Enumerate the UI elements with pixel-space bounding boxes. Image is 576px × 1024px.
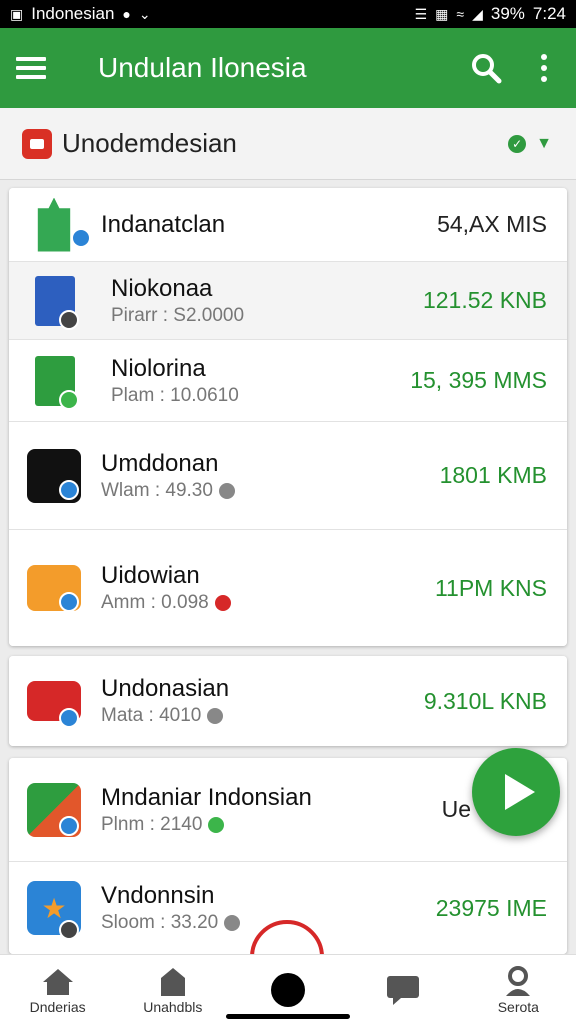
nav-profile[interactable]: Serota <box>468 965 568 1015</box>
status-bar: ▣ Indonesian ● ⌄ ☰ ▦ ≈ ◢ 39% 7:24 <box>0 0 576 28</box>
verified-icon: ✓ <box>508 134 527 153</box>
item-subtitle: Mata : 4010 <box>101 705 202 726</box>
list-item[interactable]: Niokonaa Pirarr : S2.0000 121.52 KNB <box>9 262 567 340</box>
wifi-icon: ≈ <box>456 6 465 22</box>
status-icon <box>214 595 231 611</box>
search-icon[interactable] <box>462 44 510 92</box>
item-subtitle: Wlam : 49.30 <box>101 479 213 501</box>
item-name: Undonasian <box>101 675 230 702</box>
section-title: Unodemdesian <box>62 128 237 158</box>
status-icon <box>208 816 225 833</box>
item-name: Niokonaa <box>111 274 213 302</box>
mute-icon: ☰ <box>414 5 428 22</box>
add-badge-icon <box>59 920 79 940</box>
nav-label: Unahdbls <box>143 998 203 1015</box>
list-item[interactable]: Undonasian Mata : 4010 9.310L KNB <box>9 656 567 746</box>
nav-chat[interactable] <box>353 973 453 1007</box>
menu-icon[interactable] <box>16 44 64 92</box>
item-subtitle: Plam : 10.0610 <box>111 384 239 406</box>
app-title: Undulan Ilonesia <box>98 52 307 83</box>
nav-record[interactable] <box>238 972 338 1007</box>
app-bar: Undulan Ilonesia <box>0 28 576 108</box>
person-icon <box>500 965 536 999</box>
battery-label: 39% <box>490 4 525 23</box>
chevron-down-icon: ⌄ <box>138 5 151 22</box>
list-item[interactable]: Uidowian Amm : 0.098 11PM KNS <box>9 530 567 646</box>
list-item[interactable]: Indanatclan 54,AX MIS <box>9 188 567 262</box>
list-item[interactable]: Niolorina Plam : 10.0610 15, 395 MMS <box>9 340 567 422</box>
play-button[interactable] <box>472 748 560 836</box>
signal-icon: ◢ <box>472 5 483 22</box>
item-size: 11PM KNS <box>434 574 547 601</box>
item-size: 15, 395 MMS <box>410 367 547 393</box>
download-card: Undonasian Mata : 4010 9.310L KNB <box>9 656 567 746</box>
list-item[interactable]: Umddonan Wlam : 49.30 1801 KMB <box>9 422 567 530</box>
tag-icon <box>155 965 191 999</box>
download-badge-icon <box>59 480 79 500</box>
box-icon: ▦ <box>435 5 449 22</box>
image-notification-icon: ▣ <box>10 5 24 22</box>
item-size: 1801 KMB <box>439 462 547 488</box>
item-size: 23975 IME <box>435 894 547 921</box>
notification-icon: ● <box>122 6 131 22</box>
download-badge-icon <box>59 708 79 728</box>
item-name: Mndaniar Indonsian <box>101 783 312 811</box>
item-size: 9.310L KNB <box>423 687 547 714</box>
add-badge-icon <box>59 310 79 330</box>
item-name: Vndonnsin <box>101 882 215 909</box>
download-badge-icon <box>59 592 79 612</box>
item-name: Umddonan <box>101 449 219 477</box>
section-header[interactable]: Unodemdesian ✓ ▼ <box>0 108 576 180</box>
carrier-label: Indonesian <box>31 4 115 23</box>
time-label: 7:24 <box>532 4 566 23</box>
nav-label: Dnderias <box>29 998 86 1015</box>
item-subtitle: Pirarr : S2.0000 <box>111 304 245 326</box>
download-card: Indanatclan 54,AX MIS Niokonaa Pirarr : … <box>9 188 567 646</box>
item-subtitle: Amm : 0.098 <box>101 592 209 613</box>
item-size: 121.52 KNB <box>422 287 547 313</box>
item-subtitle: Sloom : 33.20 <box>101 912 219 933</box>
item-subtitle: Plnm : 2140 <box>101 813 203 835</box>
status-icon <box>207 708 224 724</box>
folder-icon <box>22 128 52 159</box>
download-badge-icon <box>59 816 79 836</box>
item-size: 54,AX MIS <box>437 211 547 237</box>
item-name: Uidowian <box>101 562 200 589</box>
record-icon <box>270 972 306 1007</box>
home-indicator[interactable] <box>226 1014 350 1019</box>
chevron-down-icon[interactable]: ▼ <box>536 135 552 153</box>
nav-tags[interactable]: Unahdbls <box>123 965 223 1015</box>
nav-label: Serota <box>497 998 539 1015</box>
home-icon <box>40 965 76 999</box>
nav-home[interactable]: Dnderias <box>8 965 108 1015</box>
download-badge-icon <box>71 228 91 248</box>
item-size: Ue <box>441 796 471 822</box>
more-options-icon[interactable] <box>524 44 564 92</box>
status-icon <box>224 915 241 931</box>
item-name: Niolorina <box>111 354 206 382</box>
chat-icon <box>385 973 421 1007</box>
play-icon <box>505 774 535 810</box>
add-badge-icon <box>59 390 79 410</box>
item-name: Indanatclan <box>101 210 226 238</box>
status-icon <box>218 482 235 499</box>
